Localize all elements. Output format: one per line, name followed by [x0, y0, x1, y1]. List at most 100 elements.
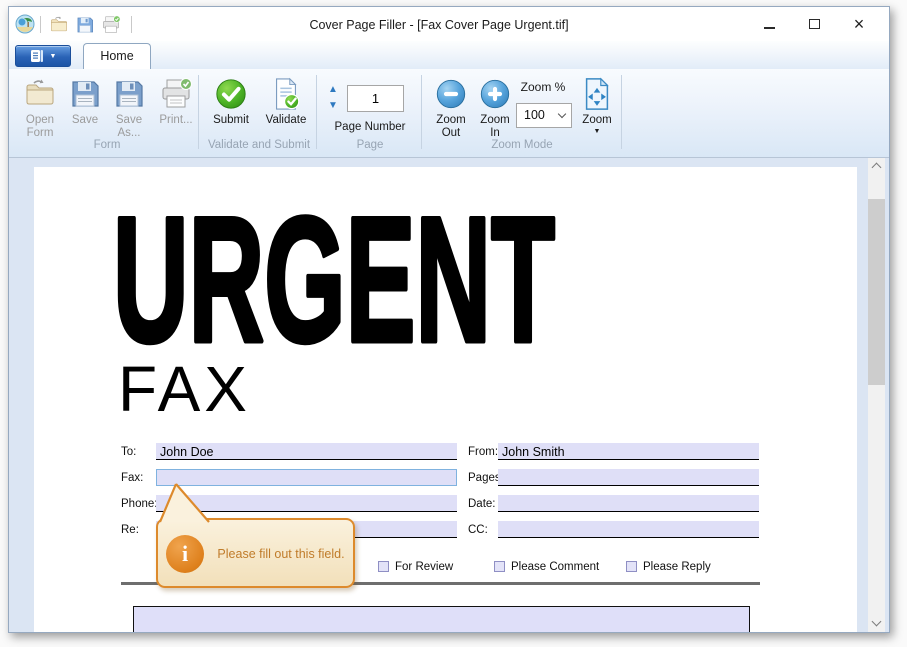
page-number-label: Page Number [334, 121, 406, 133]
checkbox-icon[interactable] [378, 561, 389, 572]
chevron-down-icon [557, 109, 567, 119]
checkbox-icon[interactable] [626, 561, 637, 572]
menu-icon [30, 50, 43, 62]
document-viewport: URGENT FAX To: Fax: Phone: Re: From: [9, 158, 889, 632]
zoom-percent-combobox[interactable]: 100 [516, 103, 572, 128]
chevron-down-icon [871, 616, 882, 627]
window-title: Cover Page Filler - [Fax Cover Page Urge… [309, 18, 569, 32]
to-field[interactable] [156, 443, 457, 460]
checkbox-icon[interactable] [494, 561, 505, 572]
submit-button[interactable]: Submit [205, 77, 257, 127]
page-up-button[interactable]: ▲ [325, 83, 341, 97]
page-down-button[interactable]: ▼ [325, 99, 341, 113]
tab-home[interactable]: Home [83, 43, 151, 69]
checkbox-label: For Review [395, 561, 454, 573]
pages-field[interactable] [498, 469, 759, 486]
validate-label: Validate [265, 114, 307, 126]
printer-icon [155, 77, 197, 113]
close-button[interactable]: × [844, 13, 874, 35]
zoom-out-button[interactable]: Zoom Out [429, 77, 473, 140]
from-input[interactable] [498, 444, 759, 460]
chevron-up-icon [871, 162, 882, 173]
scrollbar-thumb[interactable] [868, 199, 885, 385]
group-label-validate-submit: Validate and Submit [207, 139, 311, 151]
ribbon: Open Form Save Save As... Print... Form … [9, 69, 889, 158]
checkbox-label: Please Reply [643, 561, 711, 573]
maximize-icon [808, 19, 820, 29]
validation-tooltip: i Please fill out this field. [156, 518, 355, 588]
pages-input[interactable] [498, 470, 759, 486]
fax-label: Fax: [121, 472, 144, 484]
scroll-up-button[interactable] [868, 158, 885, 175]
group-separator [316, 75, 317, 149]
chevron-down-icon: ▼ [49, 52, 57, 60]
zoom-fit-icon [577, 77, 617, 113]
validate-document-icon [259, 77, 313, 113]
page-number-input[interactable] [347, 85, 404, 112]
zoom-in-button[interactable]: Zoom In [475, 77, 515, 140]
save-label: Save [71, 114, 99, 126]
re-label: Re: [121, 524, 139, 536]
minimize-icon [763, 27, 775, 29]
open-form-button[interactable]: Open Form [17, 77, 63, 140]
validation-message: Please fill out this field. [217, 547, 345, 561]
zoom-in-label: Zoom In [480, 114, 510, 139]
print-label: Print... [159, 114, 193, 126]
info-icon: i [166, 535, 204, 573]
open-file-icon[interactable] [49, 15, 69, 35]
scroll-down-button[interactable] [868, 615, 885, 632]
group-label-page: Page [356, 139, 384, 151]
print-icon[interactable] [101, 15, 121, 35]
submit-label: Submit [213, 114, 249, 126]
date-label: Date: [468, 498, 496, 510]
zoom-out-icon [429, 77, 473, 113]
zoom-mode-button[interactable]: Zoom ▼ [577, 77, 617, 135]
group-separator [621, 75, 622, 149]
close-icon: × [853, 14, 865, 34]
group-separator [421, 75, 422, 149]
zoom-in-icon [475, 77, 515, 113]
tooltip-pointer [158, 483, 210, 523]
maximize-button[interactable] [799, 13, 829, 35]
urgent-text: URGENT [113, 180, 555, 379]
cc-input[interactable] [498, 522, 759, 538]
zoom-percent-value: 100 [524, 108, 545, 122]
group-label-form: Form [93, 139, 121, 151]
date-input[interactable] [498, 496, 759, 512]
save-file-icon[interactable] [75, 15, 95, 35]
cc-label: CC: [468, 524, 488, 536]
minimize-button[interactable] [754, 13, 784, 35]
urgent-heading: URGENT [111, 178, 558, 382]
submit-check-icon [205, 77, 257, 113]
group-label-zoom-mode: Zoom Mode [491, 139, 553, 151]
save-icon [67, 77, 103, 113]
save-as-icon [107, 77, 151, 113]
open-form-label: Open Form [25, 114, 55, 139]
save-as-button[interactable]: Save As... [107, 77, 151, 140]
app-window: Cover Page Filler - [Fax Cover Page Urge… [8, 6, 890, 633]
separator [40, 16, 41, 33]
from-field[interactable] [498, 443, 759, 460]
fax-cover-page: URGENT FAX To: Fax: Phone: Re: From: [34, 167, 857, 632]
save-button[interactable]: Save [67, 77, 103, 127]
zoom-percent-label: Zoom % [520, 80, 566, 94]
zoom-mode-label: Zoom [582, 114, 612, 126]
checkbox-label: Please Comment [511, 561, 600, 573]
app-logo-icon [15, 14, 35, 34]
comments-field[interactable] [133, 606, 750, 632]
zoom-out-label: Zoom Out [436, 114, 466, 139]
date-field[interactable] [498, 495, 759, 512]
vertical-scrollbar[interactable] [868, 158, 885, 632]
title-bar: Cover Page Filler - [Fax Cover Page Urge… [9, 7, 889, 41]
print-button[interactable]: Print... [155, 77, 197, 127]
open-folder-icon [17, 77, 63, 113]
tab-strip: ▼ Home [9, 41, 889, 69]
save-as-label: Save As... [115, 114, 143, 139]
cc-field[interactable] [498, 521, 759, 538]
separator [131, 16, 132, 33]
to-input[interactable] [156, 444, 457, 460]
validate-button[interactable]: Validate [259, 77, 313, 127]
fax-subheading: FAX [118, 353, 251, 425]
chevron-down-icon: ▼ [593, 128, 601, 135]
application-menu-button[interactable]: ▼ [15, 45, 71, 67]
